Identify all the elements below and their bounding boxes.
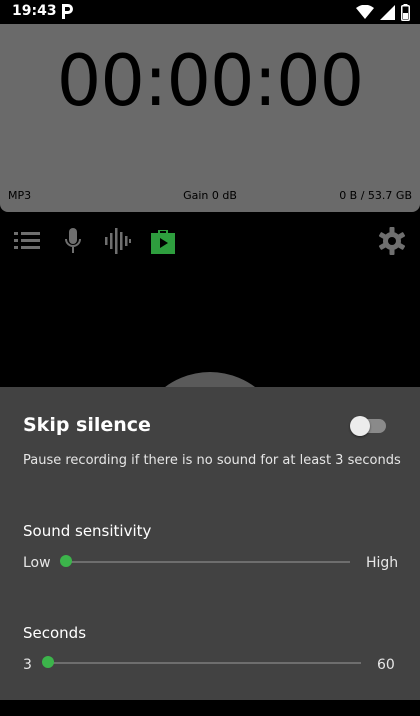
status-bar: 19:43 — [0, 0, 420, 24]
signal-icon — [380, 4, 395, 20]
store-icon[interactable] — [148, 226, 178, 256]
skip-silence-sheet: Skip silence Pause recording if there is… — [0, 387, 420, 700]
gear-icon[interactable] — [377, 226, 407, 256]
navigation-bar — [0, 700, 420, 716]
sensitivity-slider-thumb[interactable] — [60, 555, 72, 567]
timer-display: 00:00:00 — [56, 40, 364, 122]
status-time: 19:43 — [12, 3, 57, 19]
status-icons — [356, 3, 410, 21]
list-icon[interactable] — [12, 226, 42, 256]
parking-app-icon — [62, 4, 73, 19]
sensitivity-slider-track[interactable] — [66, 561, 350, 563]
sensitivity-max-label: High — [366, 555, 399, 571]
skip-silence-description: Pause recording if there is no sound for… — [23, 453, 401, 468]
seconds-label: Seconds — [23, 624, 87, 642]
battery-icon — [401, 3, 410, 21]
seconds-slider-track[interactable] — [48, 662, 361, 664]
skip-silence-toggle[interactable] — [350, 416, 386, 436]
waveform-icon[interactable] — [103, 226, 133, 256]
seconds-slider-thumb[interactable] — [42, 656, 54, 668]
seconds-max-label: 60 — [377, 657, 395, 673]
storage-label: 0 B / 53.7 GB — [339, 189, 412, 202]
skip-silence-title: Skip silence — [23, 414, 151, 436]
toggle-thumb — [350, 416, 370, 436]
sensitivity-label: Sound sensitivity — [23, 522, 152, 540]
toolbar — [0, 220, 420, 264]
timer-card: 00:00:00 MP3 Gain 0 dB 0 B / 53.7 GB — [0, 24, 420, 212]
sensitivity-min-label: Low — [23, 555, 51, 571]
seconds-min-label: 3 — [23, 657, 32, 673]
wifi-icon — [356, 4, 374, 19]
mic-icon[interactable] — [58, 226, 88, 256]
